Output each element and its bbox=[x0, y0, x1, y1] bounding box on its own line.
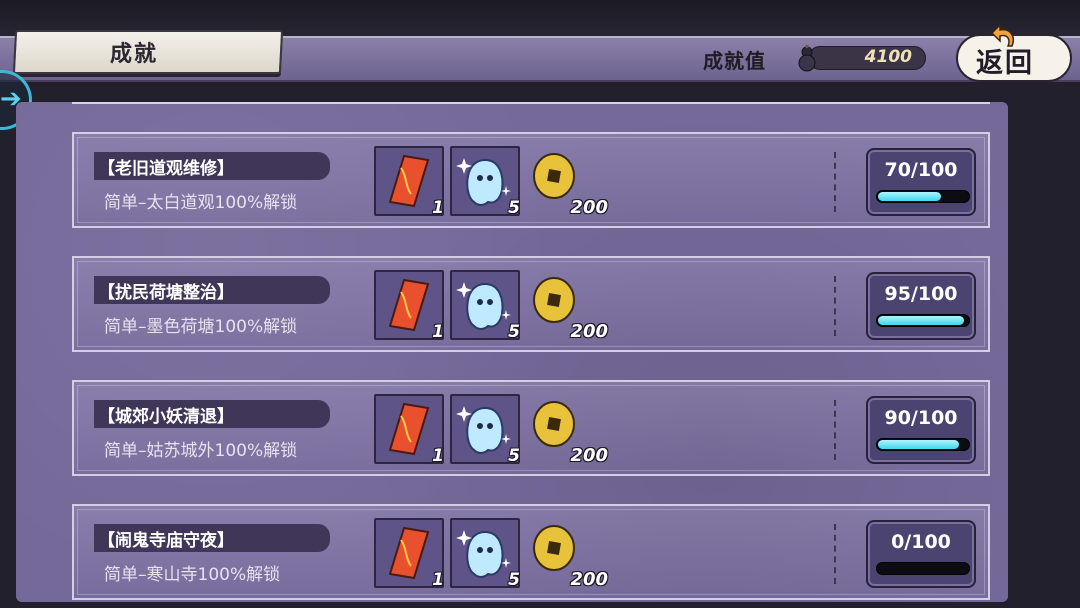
progress-box: 70/100 bbox=[866, 148, 976, 216]
reward-talisman[interactable]: 1 bbox=[374, 270, 444, 342]
progress-fill bbox=[878, 316, 964, 325]
reward-spirit[interactable]: 5 bbox=[450, 518, 520, 590]
achievement-name: 【扰民荷塘整治】 bbox=[98, 283, 234, 303]
progress-fill bbox=[878, 192, 941, 201]
achievement-name: 【闹鬼寺庙守夜】 bbox=[98, 531, 234, 551]
progress-track bbox=[876, 438, 970, 451]
score-label: 成就值 bbox=[703, 49, 766, 73]
progress-track bbox=[876, 314, 970, 327]
achievement-panel: 【老旧道观维修】 简单–太白道观100%解锁 1 5 200 70/100 【扰… bbox=[16, 102, 1008, 602]
progress-text: 0/100 bbox=[891, 531, 951, 553]
reward-spirit[interactable]: 5 bbox=[450, 146, 520, 218]
reward-count: 5 bbox=[508, 198, 520, 218]
achievement-desc: 简单–姑苏城外100%解锁 bbox=[104, 441, 298, 461]
reward-count: 1 bbox=[432, 198, 444, 218]
page-title: 成就 bbox=[110, 41, 159, 67]
panel-top-rule bbox=[72, 102, 990, 104]
reward-count: 200 bbox=[570, 321, 608, 342]
back-button[interactable]: 返回 bbox=[952, 22, 1076, 86]
reward-count: 200 bbox=[570, 569, 608, 590]
reward-count: 200 bbox=[570, 445, 608, 466]
achievement-desc: 简单–寒山寺100%解锁 bbox=[104, 565, 281, 585]
progress-text: 95/100 bbox=[884, 283, 958, 305]
achievement-name-plate: 【闹鬼寺庙守夜】 bbox=[94, 524, 330, 552]
progress-track bbox=[876, 190, 970, 203]
reward-count: 1 bbox=[432, 322, 444, 342]
achievement-name-plate: 【老旧道观维修】 bbox=[94, 152, 330, 180]
achievement-name: 【老旧道观维修】 bbox=[98, 159, 234, 179]
reward-talisman[interactable]: 1 bbox=[374, 146, 444, 218]
reward-talisman[interactable]: 1 bbox=[374, 518, 444, 590]
achievement-row: 【老旧道观维修】 简单–太白道观100%解锁 1 5 200 70/100 bbox=[72, 132, 990, 228]
reward-spirit[interactable]: 5 bbox=[450, 394, 520, 466]
reward-count: 5 bbox=[508, 322, 520, 342]
reward-count: 200 bbox=[570, 197, 608, 218]
achievement-desc: 简单–墨色荷塘100%解锁 bbox=[104, 317, 298, 337]
reward-count: 5 bbox=[508, 570, 520, 590]
score-value: 4100 bbox=[864, 47, 912, 67]
progress-text: 70/100 bbox=[884, 159, 958, 181]
reward-coin[interactable]: 200 bbox=[526, 146, 608, 218]
progress-box: 90/100 bbox=[866, 396, 976, 464]
progress-fill bbox=[878, 440, 959, 449]
reward-coin[interactable]: 200 bbox=[526, 270, 608, 342]
back-label: 返回 bbox=[976, 48, 1034, 79]
row-divider bbox=[834, 400, 836, 460]
progress-text: 90/100 bbox=[884, 407, 958, 429]
progress-track bbox=[876, 562, 970, 575]
gourd-icon bbox=[798, 45, 816, 72]
achievement-row: 【扰民荷塘整治】 简单–墨色荷塘100%解锁 1 5 200 95/100 bbox=[72, 256, 990, 352]
achievement-name: 【城郊小妖清退】 bbox=[98, 407, 234, 427]
reward-coin[interactable]: 200 bbox=[526, 394, 608, 466]
progress-box: 95/100 bbox=[866, 272, 976, 340]
achievement-name-plate: 【城郊小妖清退】 bbox=[94, 400, 330, 428]
progress-box: 0/100 bbox=[866, 520, 976, 588]
reward-talisman[interactable]: 1 bbox=[374, 394, 444, 466]
row-divider bbox=[834, 524, 836, 584]
reward-count: 1 bbox=[432, 446, 444, 466]
reward-count: 5 bbox=[508, 446, 520, 466]
achievement-name-plate: 【扰民荷塘整治】 bbox=[94, 276, 330, 304]
achievement-desc: 简单–太白道观100%解锁 bbox=[104, 193, 298, 213]
row-divider bbox=[834, 276, 836, 336]
reward-count: 1 bbox=[432, 570, 444, 590]
achievement-row: 【城郊小妖清退】 简单–姑苏城外100%解锁 1 5 200 90/100 bbox=[72, 380, 990, 476]
achievement-row: 【闹鬼寺庙守夜】 简单–寒山寺100%解锁 1 5 200 0/100 bbox=[72, 504, 990, 600]
reward-spirit[interactable]: 5 bbox=[450, 270, 520, 342]
reward-coin[interactable]: 200 bbox=[526, 518, 608, 590]
row-divider bbox=[834, 152, 836, 212]
